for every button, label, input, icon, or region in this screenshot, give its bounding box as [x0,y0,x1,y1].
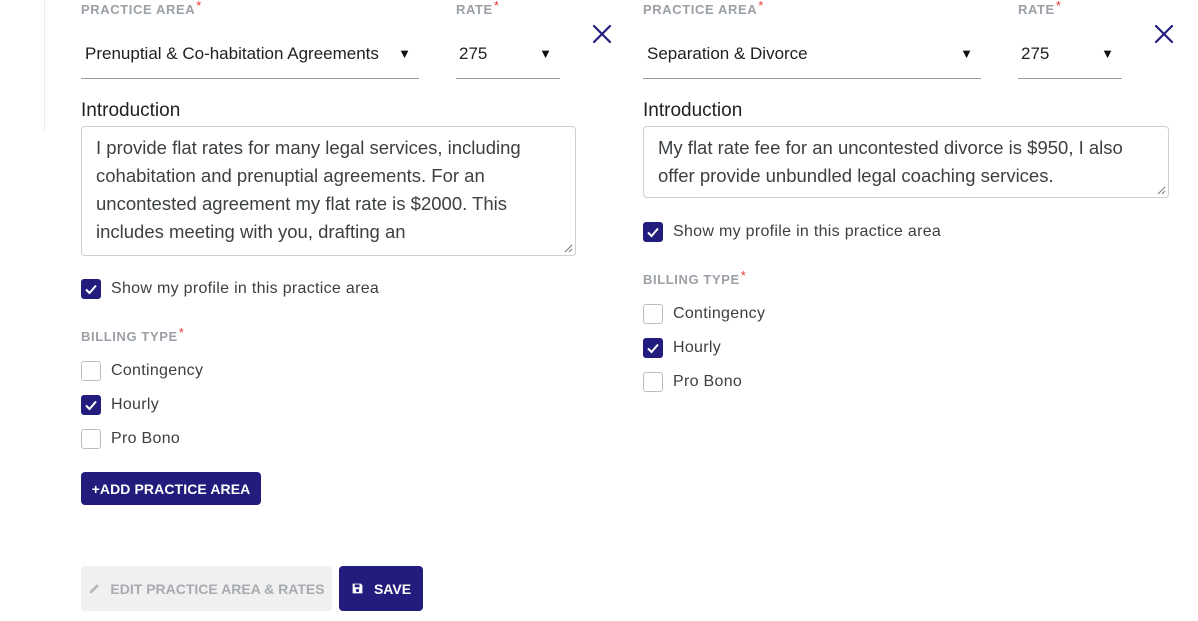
billing-hourly-checkbox[interactable]: Hourly [643,338,721,358]
introduction-text: I provide flat rates for many legal serv… [96,137,521,242]
close-icon [1154,24,1174,44]
resize-handle-icon[interactable] [563,243,573,253]
show-profile-label: Show my profile in this practice area [111,280,380,297]
billing-option-label: Pro Bono [111,430,181,447]
practice-area-label: PRACTICE AREA* [81,0,202,17]
checkbox-box[interactable] [643,222,663,242]
required-mark: * [196,0,202,13]
rate-label: RATE* [1018,0,1062,17]
checkbox-box[interactable] [81,279,101,299]
rate-selected-value: 275 [1021,44,1050,63]
checkbox-box[interactable] [81,395,101,415]
show-profile-checkbox[interactable]: Show my profile in this practice area [643,222,941,242]
check-icon [85,400,97,411]
billing-option-label: Pro Bono [673,373,743,390]
introduction-textarea[interactable]: I provide flat rates for many legal serv… [81,126,576,256]
checkbox-box[interactable] [81,361,101,381]
practice-area-select[interactable]: Separation & Divorce ▼ [643,40,981,79]
introduction-label: Introduction [643,100,743,121]
practice-area-select[interactable]: Prenuptial & Co-habitation Agreements ▼ [81,40,419,79]
checkbox-box[interactable] [81,429,101,449]
add-practice-area-button[interactable]: +ADD PRACTICE AREA [81,472,261,505]
edit-practice-area-rates-button[interactable]: EDIT PRACTICE AREA & RATES [81,566,332,611]
checkbox-box[interactable] [643,304,663,324]
close-icon [592,24,612,44]
billing-hourly-checkbox[interactable]: Hourly [81,395,159,415]
caret-down-icon: ▼ [960,46,973,61]
required-mark: * [178,325,185,340]
remove-practice-area-button[interactable] [590,22,614,46]
billing-contingency-checkbox[interactable]: Contingency [643,304,765,324]
billing-option-label: Contingency [111,362,204,379]
required-mark: * [740,268,747,283]
check-icon [85,284,97,295]
practice-area-selected-value: Separation & Divorce [647,44,808,63]
introduction-textarea[interactable]: My flat rate fee for an uncontested divo… [643,126,1169,198]
show-profile-label: Show my profile in this practice area [673,223,942,240]
practice-area-label: PRACTICE AREA* [643,0,764,17]
billing-pro-bono-checkbox[interactable]: Pro Bono [81,429,180,449]
billing-option-label: Hourly [673,339,722,356]
introduction-label: Introduction [81,100,181,121]
edit-practice-area-rates-label: EDIT PRACTICE AREA & RATES [110,580,325,597]
show-profile-checkbox[interactable]: Show my profile in this practice area [81,279,379,299]
billing-type-label: BILLING TYPE* [81,325,185,344]
billing-type-label: BILLING TYPE* [643,268,747,287]
checkbox-box[interactable] [643,372,663,392]
remove-practice-area-button[interactable] [1152,22,1176,46]
resize-handle-icon[interactable] [1156,185,1166,195]
required-mark: * [1055,0,1062,13]
floppy-disk-icon [352,583,363,594]
billing-option-label: Contingency [673,305,766,322]
practice-area-selected-value: Prenuptial & Co-habitation Agreements [85,44,379,63]
introduction-text: My flat rate fee for an uncontested divo… [658,137,1123,186]
caret-down-icon: ▼ [1101,46,1114,61]
rate-label: RATE* [456,0,500,17]
save-label: SAVE [373,580,412,597]
caret-down-icon: ▼ [539,46,552,61]
add-practice-area-label: +ADD PRACTICE AREA [91,480,251,497]
pencil-icon [90,584,100,594]
rate-select[interactable]: 275 ▼ [456,40,560,79]
required-mark: * [758,0,764,13]
required-mark: * [493,0,500,13]
rate-select[interactable]: 275 ▼ [1018,40,1122,79]
billing-contingency-checkbox[interactable]: Contingency [81,361,203,381]
left-divider-line [44,0,45,132]
billing-pro-bono-checkbox[interactable]: Pro Bono [643,372,742,392]
check-icon [647,227,659,238]
checkbox-box[interactable] [643,338,663,358]
billing-option-label: Hourly [111,396,160,413]
caret-down-icon: ▼ [398,46,411,61]
check-icon [647,343,659,354]
save-button[interactable]: SAVE [339,566,423,611]
rate-selected-value: 275 [459,44,488,63]
